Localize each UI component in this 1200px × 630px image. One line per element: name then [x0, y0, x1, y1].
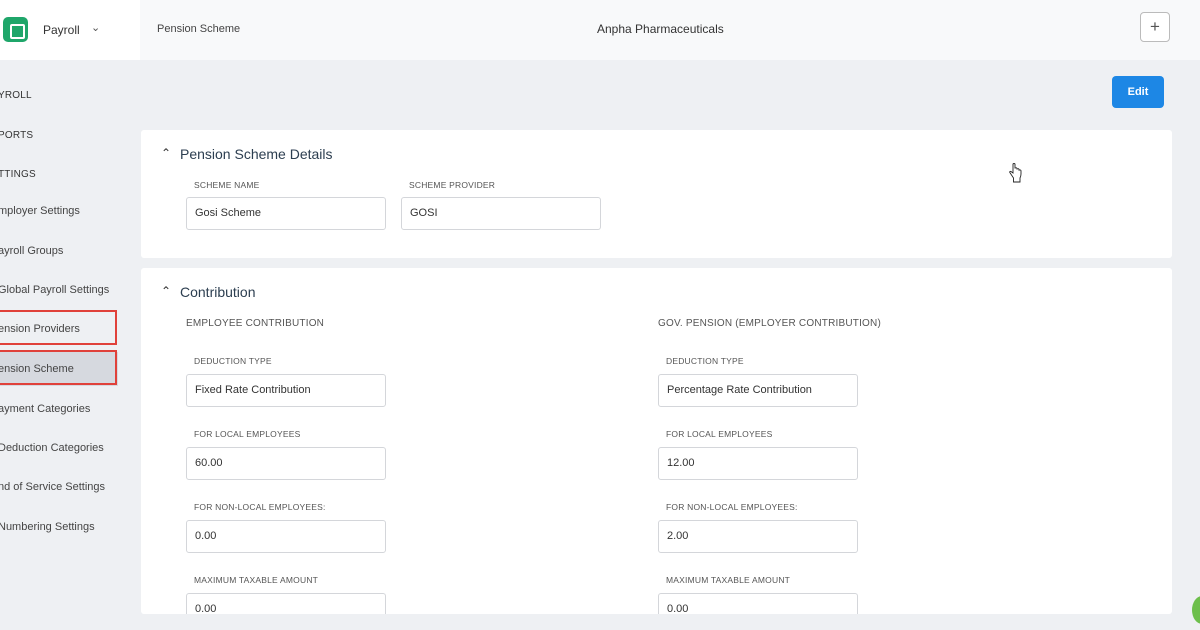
- employee-nonlocal-field[interactable]: 0.00: [186, 520, 386, 553]
- company-name: Anpha Pharmaceuticals: [597, 22, 724, 36]
- breadcrumb: Pension Scheme: [157, 23, 241, 35]
- sidebar-section-settings[interactable]: TTINGS: [0, 158, 118, 192]
- wallet-logo-icon: [3, 17, 28, 42]
- employer-nonlocal-label: FOR NON-LOCAL EMPLOYEES:: [666, 502, 798, 512]
- employee-contribution-heading: EMPLOYEE CONTRIBUTION: [186, 318, 325, 329]
- sidebar-section-payroll[interactable]: YROLL: [0, 79, 118, 113]
- hand-pointer-icon: [1009, 163, 1022, 183]
- sidebar-item-payment-categories[interactable]: ayment Categories: [0, 392, 118, 426]
- employee-nonlocal-label: FOR NON-LOCAL EMPLOYEES:: [194, 502, 326, 512]
- highlight-box-pension-providers: [0, 310, 117, 345]
- sidebar-item-end-of-service-settings[interactable]: nd of Service Settings: [0, 470, 118, 504]
- app-root: Payroll ⌄ YROLL PORTS TTINGS mployer Set…: [0, 0, 1200, 630]
- employer-local-label: FOR LOCAL EMPLOYEES: [666, 429, 773, 439]
- employee-local-field[interactable]: 60.00: [186, 447, 386, 480]
- sidebar-item-employer-settings[interactable]: mployer Settings: [0, 194, 118, 228]
- scheme-provider-label: SCHEME PROVIDER: [409, 180, 496, 190]
- employee-max-taxable-field[interactable]: 0.00: [186, 593, 386, 615]
- chevron-down-icon[interactable]: ⌄: [91, 21, 100, 34]
- employee-max-taxable-label: MAXIMUM TAXABLE AMOUNT: [194, 575, 319, 585]
- sidebar-section-reports[interactable]: PORTS: [0, 119, 118, 153]
- scheme-provider-field[interactable]: GOSI: [401, 197, 601, 230]
- employer-nonlocal-field[interactable]: 2.00: [658, 520, 858, 553]
- employee-local-label: FOR LOCAL EMPLOYEES: [194, 429, 301, 439]
- highlight-box-pension-scheme: [0, 350, 117, 385]
- chevron-up-icon[interactable]: ⌃: [161, 284, 171, 298]
- sidebar-item-numbering-settings[interactable]: Numbering Settings: [0, 510, 118, 544]
- sidebar-item-payroll-groups[interactable]: ayroll Groups: [0, 234, 118, 268]
- chevron-up-icon[interactable]: ⌃: [161, 146, 171, 160]
- sidebar-item-global-payroll-settings[interactable]: Global Payroll Settings: [0, 273, 118, 307]
- sidebar: Payroll ⌄ YROLL PORTS TTINGS mployer Set…: [0, 0, 140, 630]
- card-title-contribution: Contribution: [180, 284, 256, 300]
- employer-contribution-heading: GOV. PENSION (EMPLOYER CONTRIBUTION): [658, 318, 881, 329]
- employer-local-field[interactable]: 12.00: [658, 447, 858, 480]
- chat-widget-icon[interactable]: [1192, 596, 1200, 624]
- scheme-details-card: ⌃ Pension Scheme Details SCHEME NAME Gos…: [141, 130, 1172, 258]
- edit-button[interactable]: Edit: [1112, 76, 1164, 108]
- contribution-card: ⌃ Contribution EMPLOYEE CONTRIBUTION DED…: [141, 268, 1172, 615]
- scheme-name-field[interactable]: Gosi Scheme: [186, 197, 386, 230]
- module-label: Payroll: [43, 23, 80, 37]
- employee-deduction-type-label: DEDUCTION TYPE: [194, 356, 272, 366]
- card-title-scheme-details: Pension Scheme Details: [180, 146, 333, 162]
- module-switcher[interactable]: Payroll ⌄: [0, 0, 140, 60]
- employer-max-taxable-label: MAXIMUM TAXABLE AMOUNT: [666, 575, 791, 585]
- add-button[interactable]: +: [1140, 12, 1170, 42]
- employer-deduction-type-field[interactable]: Percentage Rate Contribution: [658, 374, 858, 407]
- employer-max-taxable-field[interactable]: 0.00: [658, 593, 858, 615]
- employee-deduction-type-field[interactable]: Fixed Rate Contribution: [186, 374, 386, 407]
- employer-deduction-type-label: DEDUCTION TYPE: [666, 356, 744, 366]
- scheme-name-label: SCHEME NAME: [194, 180, 260, 190]
- sidebar-item-deduction-categories[interactable]: Deduction Categories: [0, 431, 118, 465]
- top-bar: Pension Scheme Anpha Pharmaceuticals +: [140, 0, 1200, 60]
